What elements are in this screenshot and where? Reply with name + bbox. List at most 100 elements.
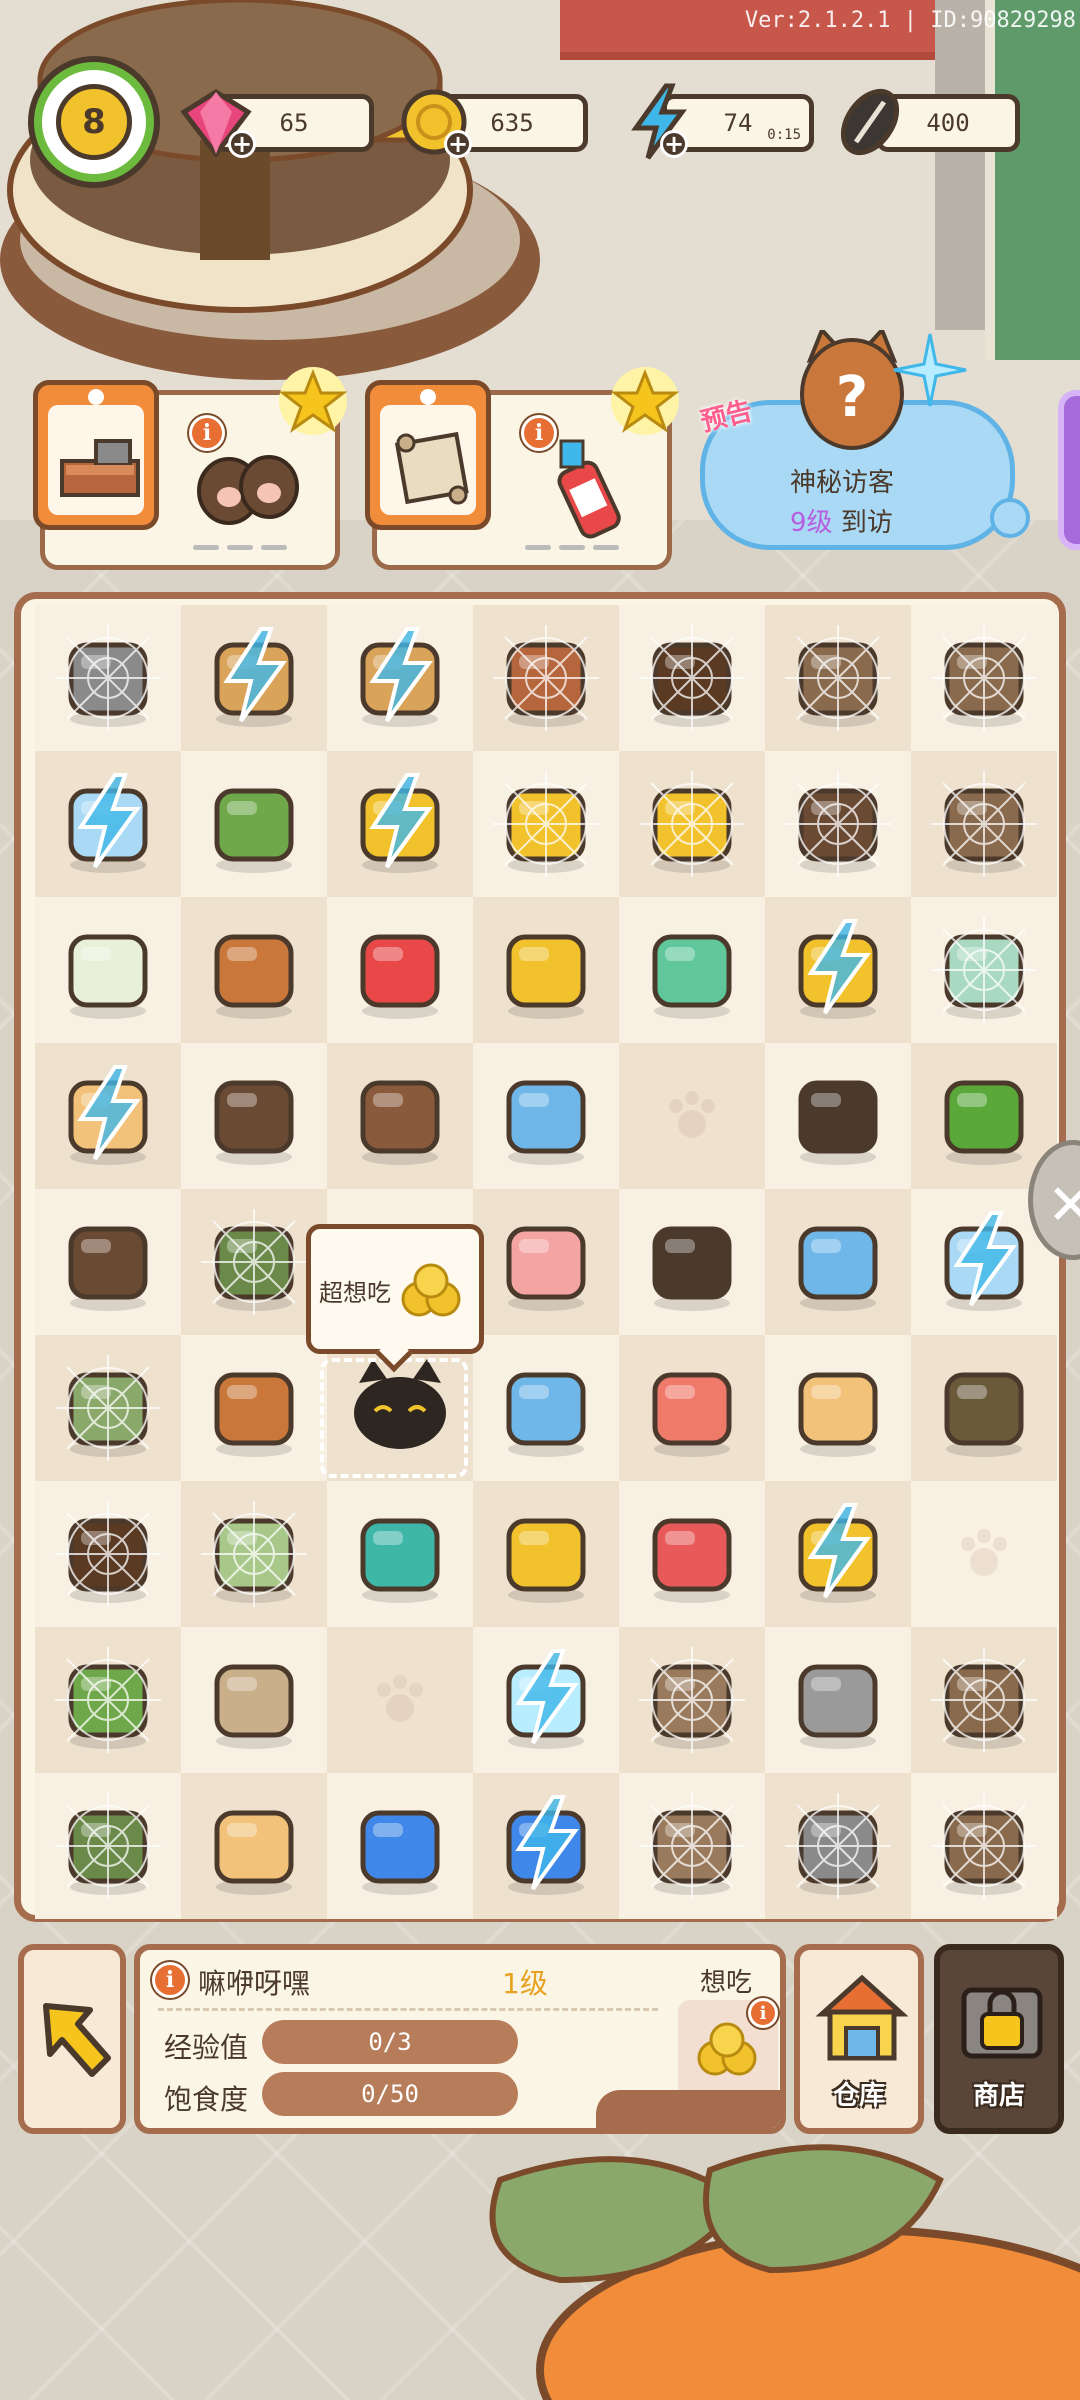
sack-icon[interactable] [929,1645,1039,1755]
planter-icon[interactable] [929,1353,1039,1463]
order-card-1[interactable]: i [33,367,348,570]
wrench-icon[interactable] [199,915,309,1025]
board-cell[interactable] [327,1773,473,1919]
cart-icon[interactable] [783,1791,893,1901]
pot-icon[interactable] [637,1791,747,1901]
shop-button[interactable]: 商店 [934,1944,1064,2134]
sapling-icon[interactable] [53,1353,163,1463]
board-cell[interactable] [327,897,473,1043]
trowel-icon[interactable] [783,1061,893,1171]
board-cell[interactable] [327,605,473,751]
board-cell[interactable] [327,751,473,897]
board-cell[interactable] [181,605,327,751]
board-cell[interactable] [35,1189,181,1335]
board-cell[interactable] [765,1189,911,1335]
board-cell[interactable] [35,1043,181,1189]
screw-icon[interactable] [783,1645,893,1755]
add-coins-button[interactable]: + [444,130,472,158]
board-cell[interactable] [911,1773,1057,1919]
sack-icon[interactable] [783,623,893,733]
photo-icon[interactable] [491,1061,601,1171]
tray-icon[interactable] [783,1353,893,1463]
sack-icon[interactable] [929,1791,1039,1901]
board-cell[interactable] [619,1773,765,1919]
seed-pot-icon[interactable] [637,623,747,733]
board-cell[interactable] [619,1043,765,1189]
pipe-icon[interactable] [491,1791,601,1901]
board-cell[interactable] [35,1773,181,1919]
board-cell[interactable] [327,1043,473,1189]
board-cell[interactable] [181,1773,327,1919]
board-cell[interactable] [765,1627,911,1773]
board-cell[interactable] [473,897,619,1043]
soap-icon[interactable] [783,1207,893,1317]
side-tab-button[interactable] [1058,390,1080,550]
board-cell[interactable] [35,751,181,897]
seed-bag-icon[interactable] [199,1791,309,1901]
board-cell[interactable] [911,751,1057,897]
paint-can-icon[interactable] [491,1499,601,1609]
pipe-icon[interactable] [345,1791,455,1901]
tool-pot-icon[interactable] [783,1499,893,1609]
drawer-icon[interactable] [53,1061,163,1171]
cup-icon[interactable] [491,1645,601,1755]
board-cell[interactable] [619,751,765,897]
cabinet-icon[interactable] [53,769,163,879]
watering-can-icon[interactable] [637,1353,747,1463]
paw-glove-icon[interactable] [783,769,893,879]
pot-icon[interactable] [637,1645,747,1755]
bucket-icon[interactable] [53,1791,163,1901]
board-cell[interactable] [473,1043,619,1189]
board-cell[interactable] [619,897,765,1043]
board-cell[interactable] [765,1335,911,1481]
board-cell[interactable] [619,1335,765,1481]
sack-icon[interactable] [929,623,1039,733]
cart-icon[interactable] [53,623,163,733]
log-icon[interactable] [345,1061,455,1171]
board-cell[interactable] [35,1481,181,1627]
wanted-info-icon[interactable]: i [748,1998,778,2028]
board-cell[interactable] [619,1481,765,1627]
paw-mitt-icon[interactable] [53,1207,163,1317]
order-card-2[interactable]: i [365,367,680,570]
towel-icon[interactable] [491,1207,601,1317]
pet-info-icon[interactable]: i [152,1962,188,1998]
board-cell[interactable] [765,897,911,1043]
board-cell[interactable] [181,897,327,1043]
board-cell[interactable] [911,1335,1057,1481]
board-cell[interactable] [765,605,911,751]
hammer-icon[interactable] [199,1353,309,1463]
board-cell[interactable] [35,1627,181,1773]
board-cell[interactable] [181,1481,327,1627]
board-cell[interactable] [619,605,765,751]
board-cell[interactable] [473,751,619,897]
board-cell[interactable] [181,751,327,897]
board-cell[interactable] [473,1481,619,1627]
bucket-icon[interactable] [199,1207,309,1317]
paw-icon[interactable] [199,1061,309,1171]
warehouse-button[interactable]: 仓库 [794,1944,924,2134]
wanted-item-box[interactable]: i [678,1998,778,2100]
ticket-icon[interactable] [637,915,747,1025]
trolley-icon[interactable] [929,1061,1039,1171]
board-cell[interactable] [35,605,181,751]
board-cell[interactable] [911,1481,1057,1627]
add-gems-button[interactable]: + [228,130,256,158]
board-cell[interactable] [181,1627,327,1773]
mysterious-visitor-banner[interactable]: ? 预告 神秘访客 9级 到访 [698,330,1030,560]
board-cell[interactable] [765,1481,911,1627]
board-cell[interactable] [473,1773,619,1919]
target-icon[interactable] [199,1645,309,1755]
basket-icon[interactable] [491,769,601,879]
vase-icon[interactable] [53,915,163,1025]
table-icon[interactable] [929,915,1039,1025]
board-cell[interactable] [35,897,181,1043]
crate-icon[interactable] [199,623,309,733]
board-cell[interactable] [911,897,1057,1043]
board-cell[interactable] [619,1627,765,1773]
board-cell[interactable] [181,1335,327,1481]
level-badge[interactable]: 8 [34,62,154,182]
seed-pot-icon[interactable] [53,1499,163,1609]
saw-icon[interactable] [199,769,309,879]
sack-icon[interactable] [929,769,1039,879]
